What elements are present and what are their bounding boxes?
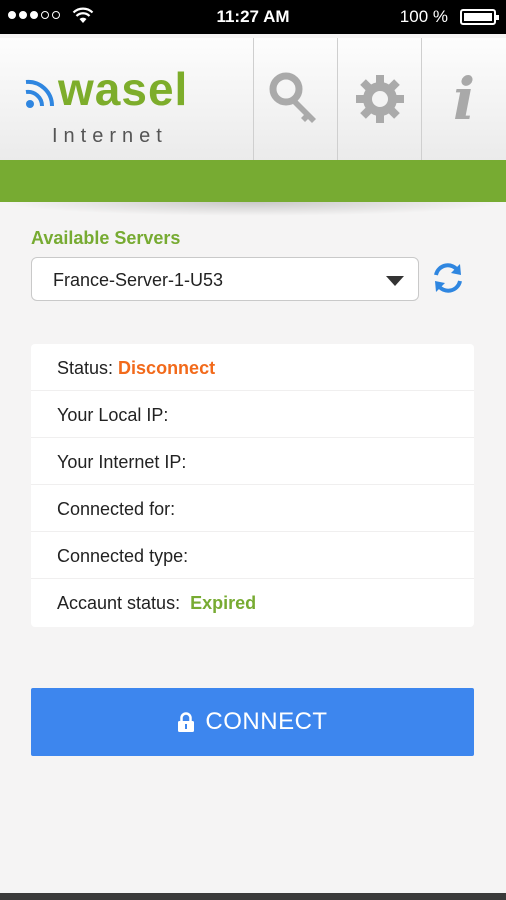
connect-button[interactable]: CONNECT [31, 688, 474, 756]
local-ip-row: Your Local IP: [31, 391, 474, 438]
battery-percent: 100 % [399, 7, 448, 26]
internet-ip-row: Your Internet IP: [31, 438, 474, 485]
logo-wordmark: wasel [58, 63, 189, 115]
connect-label: CONNECT [205, 708, 328, 735]
app-header: wasel Internet i [0, 38, 506, 161]
status-row: Status: Disconnect [31, 344, 474, 391]
server-select[interactable]: France-Server-1-U53 [31, 257, 419, 301]
bottom-bar [0, 893, 506, 900]
gear-icon [356, 75, 404, 123]
info-icon: i [452, 65, 476, 133]
key-button[interactable] [253, 38, 338, 160]
connected-type-row: Connected type: [31, 532, 474, 579]
status-value: Disconnect [118, 358, 216, 378]
wasel-logo: wasel Internet [24, 63, 224, 147]
key-icon [269, 72, 316, 123]
account-status-label: Accaunt status: [57, 593, 181, 613]
header-accent-bar [0, 160, 506, 202]
status-bar: 11:27 AM 100 % [0, 0, 506, 34]
logo-subtitle: Internet [52, 125, 168, 147]
header-shadow [0, 202, 506, 216]
connected-for-label: Connected for: [57, 499, 176, 519]
connection-info-card: Status: Disconnect Your Local IP: Your I… [31, 344, 474, 627]
wifi-logo-icon [25, 79, 55, 108]
local-ip-label: Your Local IP: [57, 405, 169, 425]
status-label: Status: [57, 358, 114, 378]
lock-icon [178, 712, 195, 732]
refresh-icon[interactable] [430, 260, 466, 296]
chevron-down-icon [386, 276, 404, 286]
connected-type-label: Connected type: [57, 546, 189, 566]
connected-for-row: Connected for: [31, 485, 474, 532]
settings-button[interactable] [337, 38, 422, 160]
account-status-value: Expired [190, 593, 257, 613]
internet-ip-label: Your Internet IP: [57, 452, 187, 472]
available-servers-label: Available Servers [31, 228, 181, 248]
battery-icon [460, 9, 499, 25]
server-select-value: France-Server-1-U53 [53, 270, 224, 290]
account-status-row: Accaunt status: Expired [31, 579, 474, 626]
info-button[interactable]: i [421, 38, 506, 160]
